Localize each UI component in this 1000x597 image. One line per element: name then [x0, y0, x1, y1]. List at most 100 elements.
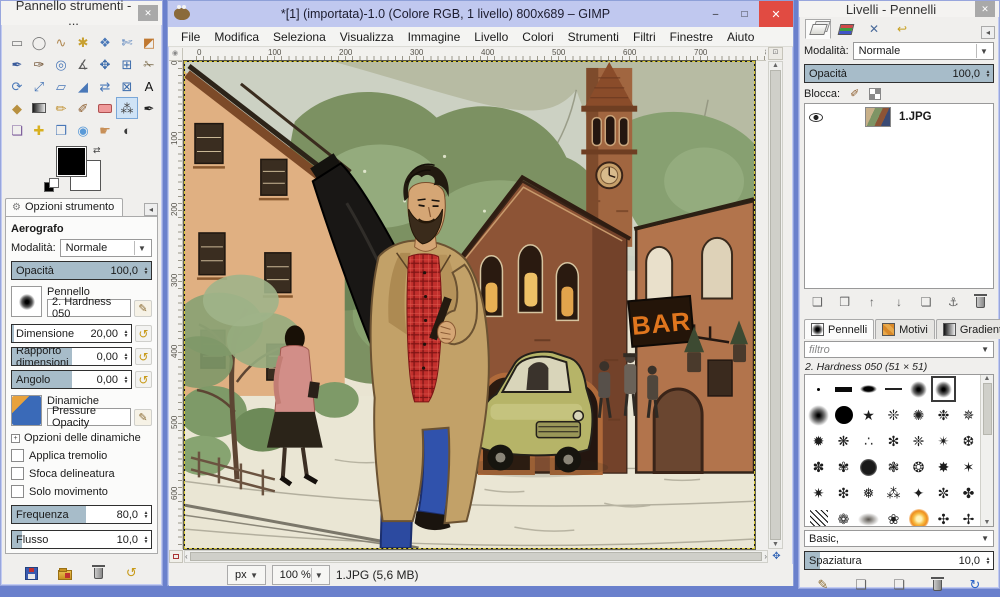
brush-thumbnail[interactable]: [831, 402, 856, 428]
menu-item[interactable]: Seleziona: [266, 28, 333, 46]
spinner-icon[interactable]: ▲▼: [121, 348, 131, 365]
visibility-eye-icon[interactable]: [809, 113, 823, 122]
perspective-tool[interactable]: ◢: [72, 75, 94, 97]
brush-thumbnail[interactable]: ✼: [931, 480, 956, 506]
zoom-select[interactable]: 100 %▼: [272, 565, 330, 585]
scale-tool[interactable]: ⤢: [28, 75, 50, 97]
horizontal-ruler[interactable]: 0100200300400500600700800: [183, 48, 766, 61]
brush-thumbnail[interactable]: [881, 376, 906, 402]
brush-thumbnail[interactable]: ✷: [806, 480, 831, 506]
scissors-select-tool[interactable]: ✄: [116, 31, 138, 53]
scroll-up-icon[interactable]: ▲: [984, 375, 991, 382]
save-tool-preset-button[interactable]: [22, 563, 42, 583]
swap-colors-icon[interactable]: ⇄: [93, 145, 101, 156]
dock-titlebar[interactable]: Livelli - Pennelli ✕: [799, 1, 999, 17]
spinner-icon[interactable]: ▲▼: [983, 65, 993, 82]
layer-mode-select[interactable]: Normale ▼: [853, 42, 994, 60]
measure-tool[interactable]: ∡: [72, 53, 94, 75]
rotate-tool[interactable]: ⟳: [6, 75, 28, 97]
new-brush-button[interactable]: ❑: [851, 576, 871, 595]
duplicate-layer-button[interactable]: ❏: [916, 293, 936, 311]
brush-thumbnail[interactable]: [856, 506, 881, 526]
free-select-tool[interactable]: ∿: [50, 31, 72, 53]
brush-thumbnail[interactable]: ✹: [806, 428, 831, 454]
brush-thumbnail[interactable]: ★: [856, 402, 881, 428]
brush-thumbnail[interactable]: ❊: [881, 402, 906, 428]
brush-thumbnail[interactable]: ✶: [956, 454, 980, 480]
spinner-icon[interactable]: ▲▼: [121, 371, 131, 388]
edit-brush-button[interactable]: ✎: [813, 576, 833, 595]
restore-tool-preset-button[interactable]: [55, 563, 75, 583]
brush-thumbnail[interactable]: [806, 402, 831, 428]
option-checkbox[interactable]: Applica tremolio: [11, 449, 152, 462]
layer-opacity-slider[interactable]: Opacità 100,0 ▲▼: [804, 64, 994, 83]
move-tool[interactable]: ✥: [94, 53, 116, 75]
edit-brush-icon[interactable]: ✎: [134, 300, 152, 317]
opacity-slider[interactable]: Opacità 100,0 ▲▼: [11, 261, 152, 280]
scrollbar-thumb[interactable]: [770, 70, 781, 540]
toolbox-close-button[interactable]: ✕: [138, 5, 158, 21]
spacing-slider[interactable]: Spaziatura 10,0 ▲▼: [804, 551, 994, 570]
spinner-icon[interactable]: ▲▼: [983, 552, 993, 569]
text-tool[interactable]: A: [138, 75, 160, 97]
tab-undo-history[interactable]: ↩: [889, 19, 915, 39]
horizontal-scrollbar[interactable]: ‹›: [184, 550, 768, 563]
size-slider[interactable]: Dimensione 20,00 ▲▼: [11, 324, 132, 343]
shear-tool[interactable]: ▱: [50, 75, 72, 97]
tab-channels[interactable]: [833, 19, 859, 39]
dock-menu-button[interactable]: ◂: [981, 26, 995, 39]
menu-item[interactable]: Modifica: [207, 28, 266, 46]
scrollbar-thumb[interactable]: [190, 552, 763, 561]
option-checkbox[interactable]: Solo movimento: [11, 485, 152, 498]
brush-thumbnail[interactable]: ✻: [881, 428, 906, 454]
menu-item[interactable]: File: [174, 28, 207, 46]
lock-pixels-icon[interactable]: ✐: [850, 87, 859, 100]
tab-gradients[interactable]: Gradienti: [936, 319, 1000, 339]
lower-layer-button[interactable]: ↓: [889, 293, 909, 311]
titlebar[interactable]: *[1] (importata)-1.0 (Colore RGB, 1 live…: [168, 1, 793, 27]
aspect-ratio-slider[interactable]: Rapporto dimensioni 0,00 ▲▼: [11, 347, 132, 366]
brush-thumbnail[interactable]: ❀: [881, 506, 906, 526]
menu-item[interactable]: Filtri: [626, 28, 663, 46]
foreground-color-swatch[interactable]: [57, 147, 86, 176]
ruler-corner-button[interactable]: [169, 48, 183, 61]
reset-size-button[interactable]: ↺: [135, 325, 152, 342]
paths-tool[interactable]: ✒: [6, 53, 28, 75]
brush-thumbnail[interactable]: ✺: [906, 402, 931, 428]
brush-thumbnail[interactable]: ❉: [931, 402, 956, 428]
align-tool[interactable]: ⊞: [116, 53, 138, 75]
brush-thumbnail[interactable]: ✴: [931, 428, 956, 454]
scroll-right-icon[interactable]: ›: [764, 552, 767, 561]
brush-thumbnail[interactable]: ❋: [831, 428, 856, 454]
layer-row[interactable]: 1.JPG: [805, 104, 993, 130]
reset-tool-options-button[interactable]: ↺: [121, 563, 141, 583]
brush-thumbnail[interactable]: [831, 376, 856, 402]
minimize-button[interactable]: –: [701, 4, 730, 24]
new-layer-group-button[interactable]: ❒: [835, 293, 855, 311]
brush-thumbnail[interactable]: ✤: [956, 480, 980, 506]
scrollbar-thumb[interactable]: [983, 383, 992, 435]
brush-thumbnail[interactable]: ❇: [831, 480, 856, 506]
menu-item[interactable]: Colori: [515, 28, 560, 46]
tab-patterns[interactable]: Motivi: [875, 319, 935, 339]
scroll-down-icon[interactable]: ▼: [984, 519, 991, 526]
default-colors-icon[interactable]: [45, 179, 58, 192]
close-button[interactable]: ✕: [759, 1, 793, 27]
tab-layers[interactable]: [805, 19, 831, 39]
rectangle-select-tool[interactable]: ▭: [6, 31, 28, 53]
tab-brushes[interactable]: Pennelli: [804, 319, 874, 339]
paint-mode-select[interactable]: Normale ▼: [60, 239, 152, 257]
spinner-icon[interactable]: ▲▼: [141, 262, 151, 279]
smudge-tool[interactable]: ☛: [94, 119, 116, 141]
option-checkbox[interactable]: Sfoca delineatura: [11, 467, 152, 480]
brush-thumbnail[interactable]: ❈: [906, 428, 931, 454]
brush-thumbnail[interactable]: [906, 376, 931, 402]
brush-thumbnail[interactable]: ❅: [856, 480, 881, 506]
brush-thumbnail[interactable]: ⁂: [881, 480, 906, 506]
brush-thumbnail[interactable]: ∴: [856, 428, 881, 454]
spinner-icon[interactable]: ▲▼: [141, 506, 151, 523]
quickmask-toggle[interactable]: [169, 550, 183, 563]
reset-angle-button[interactable]: ↺: [135, 371, 152, 388]
bucket-fill-tool[interactable]: ◆: [6, 97, 28, 119]
vertical-scrollbar[interactable]: ▲▼: [768, 61, 783, 549]
